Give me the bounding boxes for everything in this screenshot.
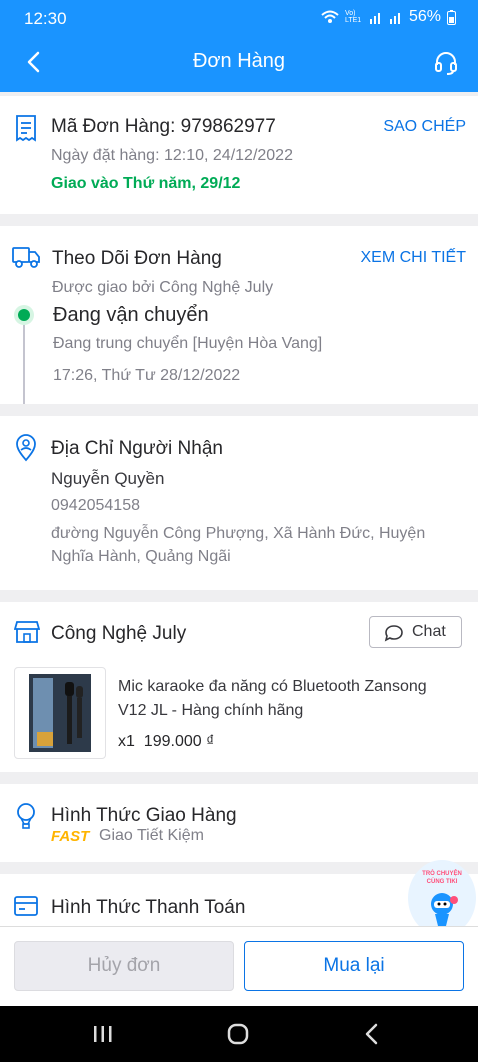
tiki-chat-label: TRÒ CHUYỆN CÙNG TIKI	[414, 870, 470, 886]
battery-percent: 56%	[408, 8, 441, 25]
product-title-2[interactable]: V12 JL - Hàng chính hãng	[118, 702, 303, 720]
tracking-section: Theo Dõi Đơn Hàng XEM CHI TIẾT Được giao…	[0, 226, 478, 404]
seller-name: Công Nghệ July	[51, 623, 187, 644]
delivery-balloon-icon	[17, 803, 35, 829]
bottom-action-bar: Hủy đơn Mua lại	[0, 926, 478, 1007]
payment-section: Hình Thức Thanh Toán	[0, 874, 478, 934]
system-back-icon[interactable]	[362, 1022, 382, 1046]
tracking-time: 17:26, Thứ Tư 28/12/2022	[53, 367, 241, 384]
copy-button[interactable]: SAO CHÉP	[383, 118, 466, 136]
product-price: 199.000 ₫	[143, 733, 215, 750]
order-info-section: Mã Đơn Hàng: 979862977 SAO CHÉP Ngày đặt…	[0, 96, 478, 214]
address-section: Địa Chỉ Người Nhận Nguyễn Quyền 09420541…	[0, 416, 478, 590]
location-pin-icon	[16, 434, 36, 462]
product-qty: x1	[118, 733, 135, 750]
tracking-title: Theo Dõi Đơn Hàng	[52, 248, 222, 269]
rebuy-button[interactable]: Mua lại	[244, 941, 464, 991]
product-qty-price: x1 199.000 ₫	[118, 733, 214, 751]
battery-icon	[447, 9, 456, 25]
chat-bubble-icon	[384, 625, 403, 642]
microphone-product-image	[29, 674, 91, 752]
order-code: Mã Đơn Hàng: 979862977	[51, 116, 276, 137]
shipper-text: Được giao bởi Công Nghệ July	[52, 279, 274, 296]
signal-icon	[369, 13, 380, 24]
tracking-location: Đang trung chuyển [Huyện Hòa Vang]	[53, 335, 323, 352]
tiki-chat-bubble[interactable]: TRÒ CHUYỆN CÙNG TIKI	[408, 860, 476, 936]
wifi-icon	[321, 10, 339, 23]
cancel-order-button[interactable]: Hủy đơn	[14, 941, 234, 991]
product-image[interactable]	[14, 667, 106, 759]
recipient-phone: 0942054158	[51, 497, 140, 514]
app-header: 12:30 Vo) LTE1 56% Đơn Hàng	[0, 0, 478, 92]
tiki-chat-line-1: TRÒ CHUYỆN	[422, 871, 462, 877]
store-icon	[14, 621, 40, 643]
shipping-method: Giao Tiết Kiệm	[99, 827, 204, 844]
status-icons: Vo) LTE1 56%	[321, 8, 456, 26]
order-date: Ngày đặt hàng: 12:10, 24/12/2022	[51, 147, 293, 164]
seller-section: Công Nghệ July Chat Mic karaoke đa năng …	[0, 602, 478, 772]
product-title-1[interactable]: Mic karaoke đa năng có Bluetooth Zansong	[118, 678, 427, 696]
address-line-2: Nghĩa Hành, Quảng Ngãi	[51, 548, 231, 565]
page-title: Đơn Hàng	[192, 50, 286, 72]
view-detail-link[interactable]: XEM CHI TIẾT	[361, 249, 467, 267]
status-time: 12:30	[24, 9, 67, 28]
fast-badge: FAST	[51, 828, 90, 845]
shipping-section: Hình Thức Giao Hàng FAST Giao Tiết Kiệm	[0, 784, 478, 862]
receipt-icon	[16, 115, 36, 142]
address-title: Địa Chỉ Người Nhận	[51, 438, 223, 459]
tiki-chat-line-2: CÙNG TIKI	[426, 879, 458, 885]
system-nav-bar	[0, 1006, 478, 1062]
truck-icon	[12, 247, 40, 268]
chat-label: Chat	[412, 623, 446, 640]
recent-apps-icon[interactable]	[92, 1024, 114, 1044]
network-label: Vo) LTE1	[344, 10, 362, 24]
signal-icon-2	[389, 13, 400, 24]
delivery-date: Giao vào Thứ năm, 29/12	[51, 175, 241, 192]
payment-card-icon	[14, 896, 38, 916]
recipient-name: Nguyễn Quyền	[51, 469, 165, 488]
headset-support-icon[interactable]	[432, 49, 460, 77]
status-dot-icon	[14, 305, 34, 325]
home-icon[interactable]	[226, 1022, 250, 1046]
tiki-mascot-icon	[431, 893, 458, 926]
tracking-status: Đang vận chuyển	[53, 304, 209, 326]
chat-button[interactable]: Chat	[369, 616, 462, 648]
payment-title: Hình Thức Thanh Toán	[51, 897, 246, 918]
address-line-1: đường Nguyễn Công Phượng, Xã Hành Đức, H…	[51, 525, 426, 542]
shipping-title: Hình Thức Giao Hàng	[51, 805, 237, 826]
